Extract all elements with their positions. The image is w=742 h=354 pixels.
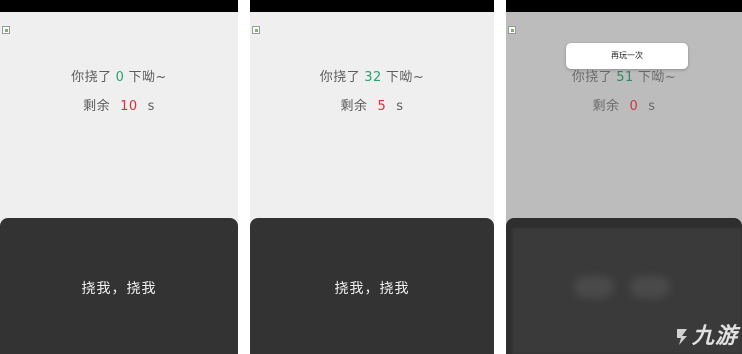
blurred-label-blob <box>574 276 614 298</box>
remaining-time-text: 剩余 10 s <box>0 95 238 114</box>
game-area: 你挠了 0 下呦~ 剩余 10 s 挠我，挠我 <box>0 12 238 354</box>
count-prefix: 你挠了 <box>571 70 613 85</box>
scratch-count: 0 <box>115 70 125 85</box>
broken-image-icon <box>508 26 516 34</box>
broken-image-icon <box>252 26 260 34</box>
screen-panel-2: 你挠了 32 下呦~ 剩余 5 s 挠我，挠我 <box>250 0 494 354</box>
watermark-text: 九游 <box>691 324 738 349</box>
game-area: 你挠了 51 下呦~ 剩余 0 s 再玩一次 九游 <box>506 12 742 354</box>
count-suffix: 下呦~ <box>637 70 677 85</box>
scratch-count-text: 你挠了 0 下呦~ <box>0 66 238 85</box>
scratch-count: 51 <box>616 70 634 85</box>
remain-prefix: 剩余 <box>592 99 620 114</box>
scratch-count-text: 你挠了 32 下呦~ <box>250 66 494 85</box>
remain-unit: s <box>396 99 404 114</box>
scratch-pad[interactable]: 挠我，挠我 <box>0 218 238 354</box>
screen-panel-1: 你挠了 0 下呦~ 剩余 10 s 挠我，挠我 <box>0 0 238 354</box>
scratch-me-button[interactable]: 挠我，挠我 <box>0 278 238 298</box>
remain-prefix: 剩余 <box>340 99 368 114</box>
count-suffix: 下呦~ <box>128 70 167 85</box>
remain-unit: s <box>648 99 656 114</box>
screen-panel-3: 你挠了 51 下呦~ 剩余 0 s 再玩一次 九游 <box>506 0 742 354</box>
remaining-seconds: 5 <box>377 99 387 114</box>
scratch-count: 32 <box>364 70 382 85</box>
broken-image-icon <box>2 26 10 34</box>
watermark-logo: 九游 <box>674 318 738 350</box>
remaining-time-text: 剩余 5 s <box>250 95 494 114</box>
scratch-pad[interactable]: 挠我，挠我 <box>250 218 494 354</box>
status-bar <box>250 0 494 12</box>
blurred-label-blob <box>630 276 670 298</box>
remain-unit: s <box>147 99 155 114</box>
remaining-seconds: 10 <box>120 99 138 114</box>
status-bar <box>506 0 742 12</box>
count-suffix: 下呦~ <box>385 70 425 85</box>
count-prefix: 你挠了 <box>319 70 361 85</box>
status-bar <box>0 0 238 12</box>
remaining-time-text: 剩余 0 s <box>506 95 742 114</box>
play-again-button[interactable]: 再玩一次 <box>566 43 688 69</box>
remaining-seconds: 0 <box>629 99 639 114</box>
nine-game-logo-icon <box>676 329 687 345</box>
count-prefix: 你挠了 <box>71 70 112 85</box>
game-area: 你挠了 32 下呦~ 剩余 5 s 挠我，挠我 <box>250 12 494 354</box>
scratch-me-button[interactable]: 挠我，挠我 <box>250 278 494 298</box>
remain-prefix: 剩余 <box>83 99 111 114</box>
